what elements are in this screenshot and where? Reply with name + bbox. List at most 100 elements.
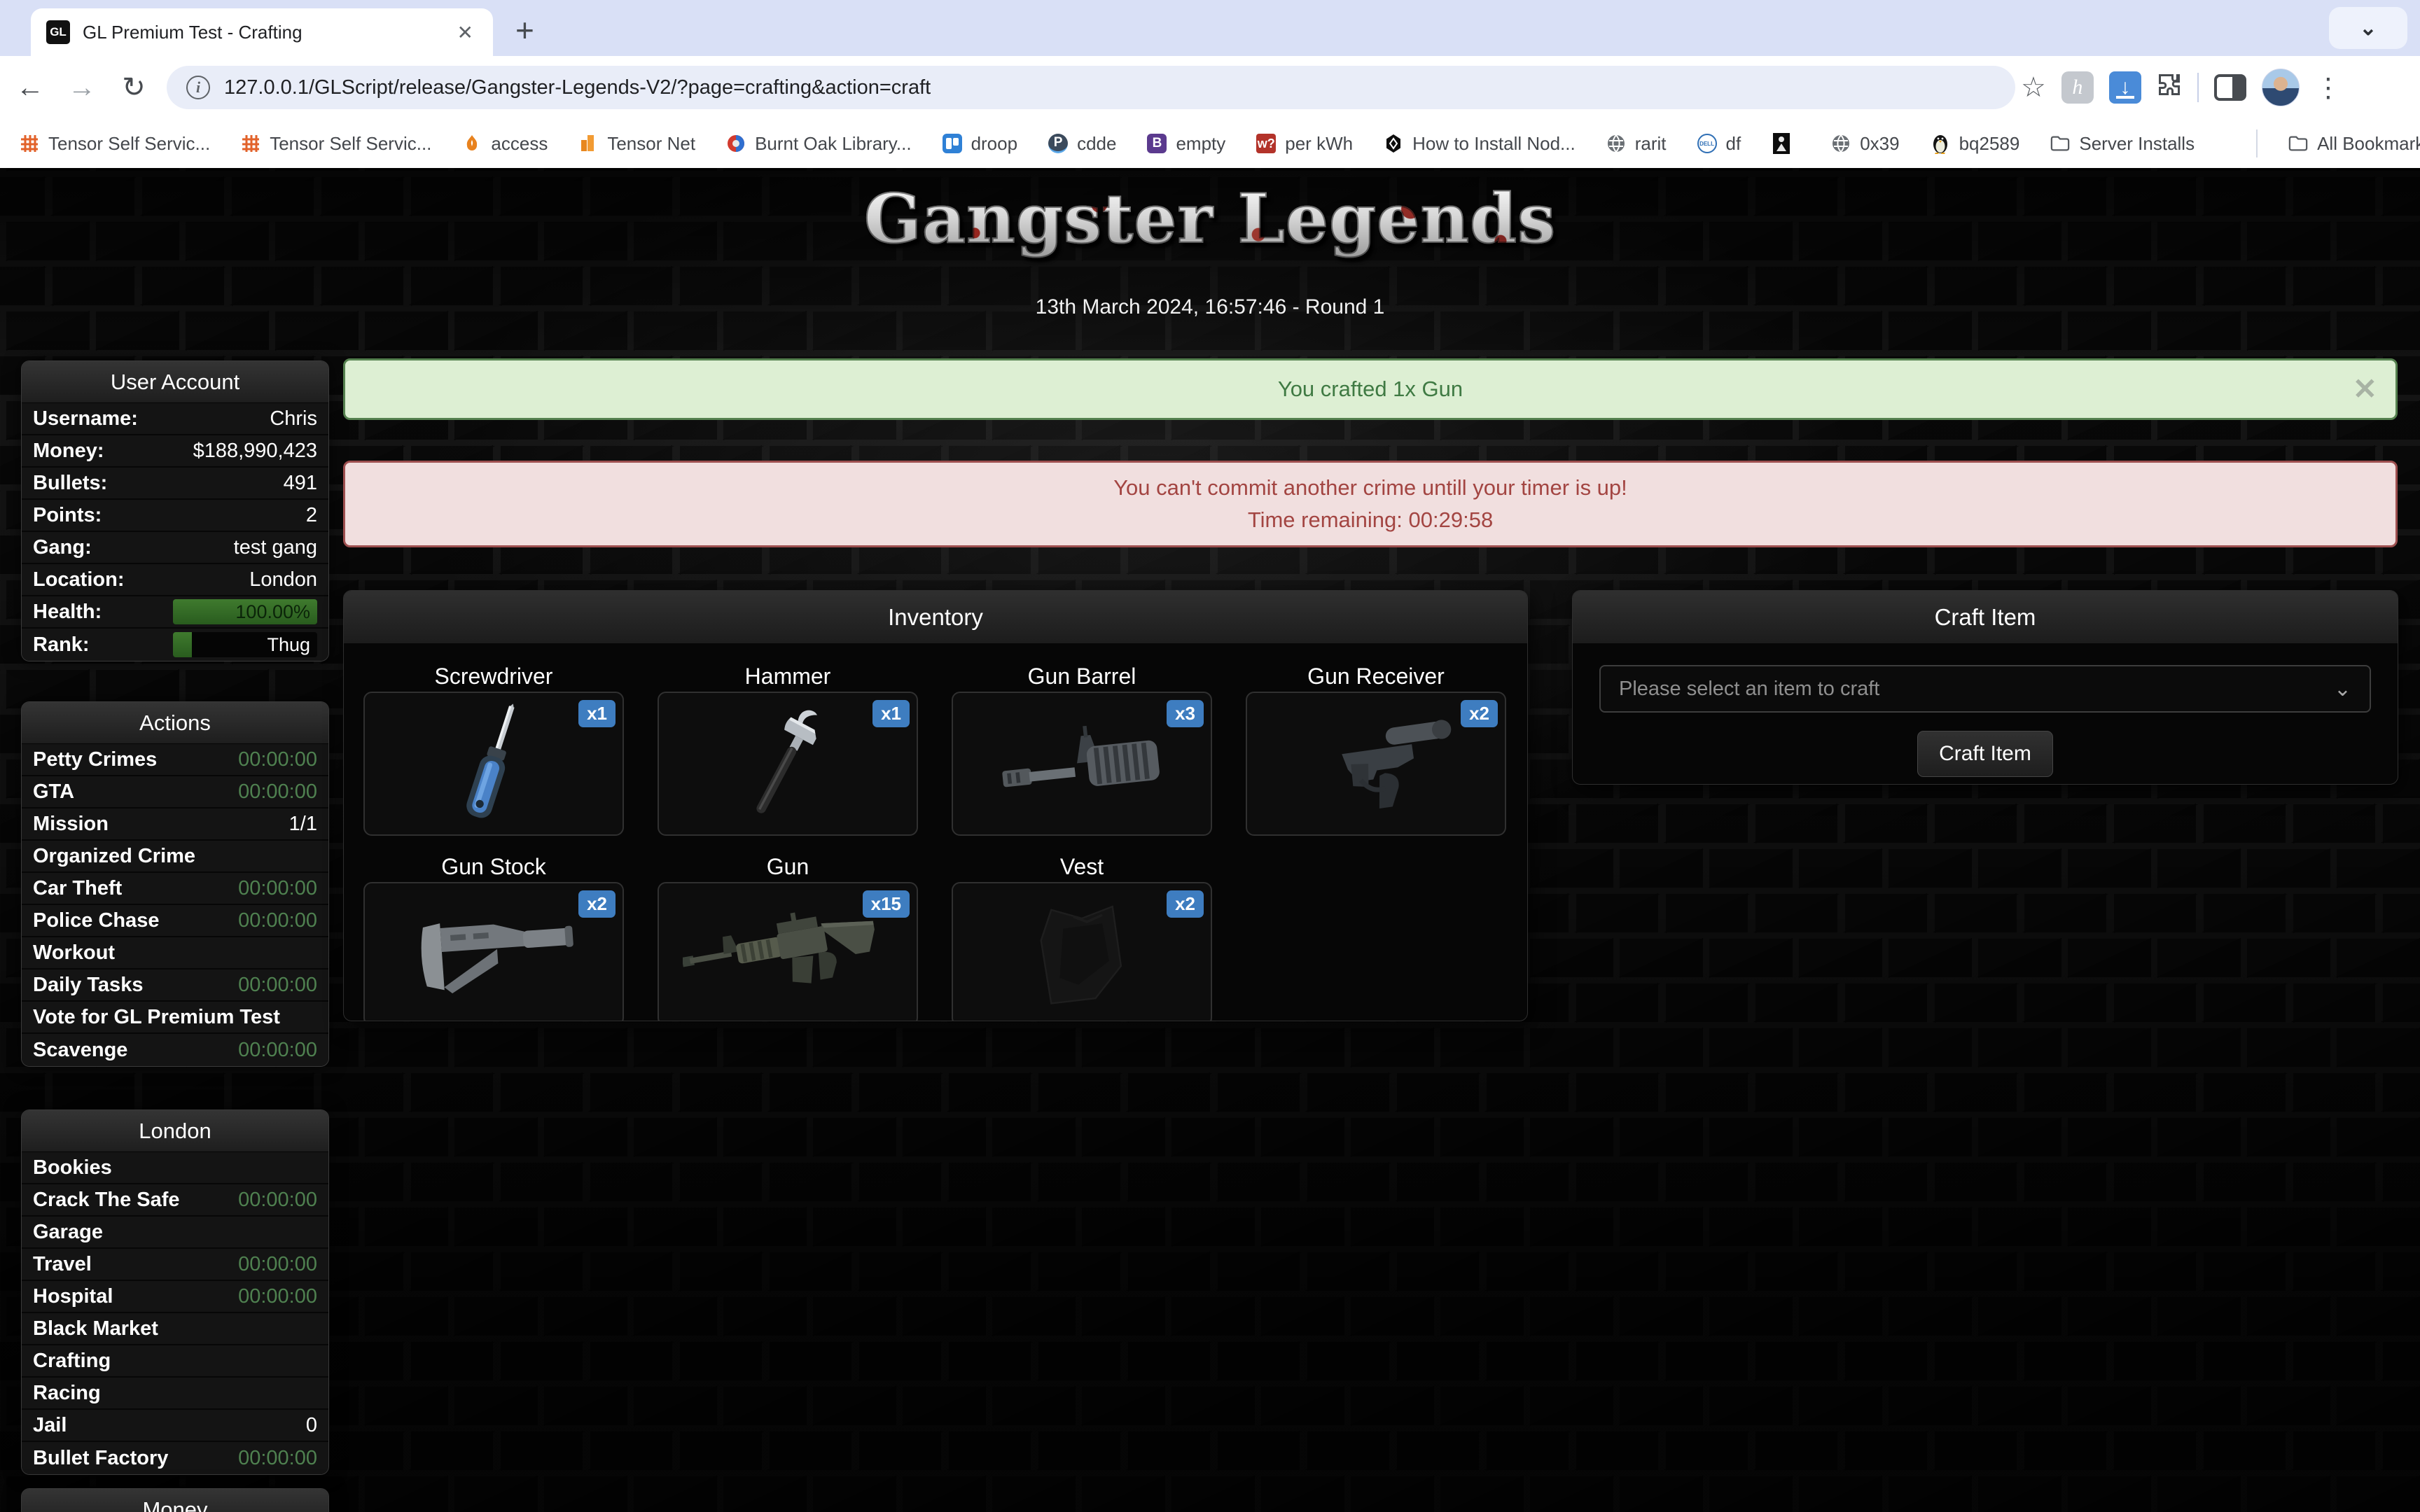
error-alert-line1: You can't commit another crime untill yo… bbox=[1113, 472, 1627, 504]
tab-title: GL Premium Test - Crafting bbox=[83, 22, 440, 43]
bookmark-df[interactable]: DELL df bbox=[1697, 133, 1741, 155]
row-label: Petty Crimes bbox=[33, 748, 157, 771]
all-bookmarks-label: All Bookmarks bbox=[2317, 133, 2420, 155]
item-box[interactable]: x2 bbox=[952, 882, 1212, 1021]
london-panel: London Bookies Crack The Safe 00:00:00 G… bbox=[21, 1110, 329, 1475]
sidebar-item-travel[interactable]: Travel 00:00:00 bbox=[22, 1249, 328, 1281]
sidebar-item-gta[interactable]: GTA 00:00:00 bbox=[22, 776, 328, 808]
back-icon[interactable]: ← bbox=[8, 66, 52, 109]
item-box[interactable]: x3 bbox=[952, 692, 1212, 836]
bookmark-per-kwh[interactable]: w? per kWh bbox=[1256, 133, 1353, 155]
bookmark-bq2589[interactable]: bq2589 bbox=[1931, 133, 2020, 155]
sidebar-item-bookies[interactable]: Bookies bbox=[22, 1152, 328, 1184]
w-square-icon: w? bbox=[1256, 134, 1276, 153]
money-panel: Money bbox=[21, 1488, 329, 1512]
item-box[interactable]: x1 bbox=[658, 692, 918, 836]
logo-wrap: Gangster Legends bbox=[0, 179, 2420, 258]
sidebar-item-black-market[interactable]: Black Market bbox=[22, 1313, 328, 1345]
row-value: London bbox=[249, 568, 317, 592]
close-icon[interactable]: ✕ bbox=[2353, 374, 2377, 404]
item-name: Screwdriver bbox=[435, 661, 553, 692]
inventory-item-screwdriver: Screwdriver x1 bbox=[363, 661, 624, 836]
row-value: 1/1 bbox=[289, 813, 317, 836]
sidebar-item-garage[interactable]: Garage bbox=[22, 1217, 328, 1249]
gun-stock-image bbox=[406, 902, 581, 1007]
sidebar-item-daily-tasks[interactable]: Daily Tasks 00:00:00 bbox=[22, 969, 328, 1002]
sidebar-item-petty-crimes[interactable]: Petty Crimes 00:00:00 bbox=[22, 744, 328, 776]
site-info-icon[interactable]: i bbox=[186, 76, 210, 99]
bookmark-tensor-self-service-1[interactable]: Tensor Self Servic... bbox=[20, 133, 210, 155]
row-value: Chris bbox=[270, 407, 317, 430]
craft-item-select[interactable]: Please select an item to craft ⌄ bbox=[1599, 665, 2371, 713]
row-label: Money: bbox=[33, 440, 104, 463]
row-label: GTA bbox=[33, 780, 74, 804]
row-timer: 00:00:00 bbox=[238, 877, 317, 900]
address-bar[interactable]: i 127.0.0.1/GLScript/release/Gangster-Le… bbox=[167, 66, 2015, 109]
bookmark-icon-only[interactable] bbox=[1772, 134, 1800, 153]
screwdriver-image bbox=[441, 701, 546, 827]
bookmark-empty[interactable]: B empty bbox=[1147, 133, 1225, 155]
user-row-rank: Rank: Thug bbox=[22, 629, 328, 661]
row-label: Organized Crime bbox=[33, 845, 195, 868]
item-box[interactable]: x2 bbox=[363, 882, 624, 1021]
bookmark-how-to-install-node[interactable]: How to Install Nod... bbox=[1384, 133, 1576, 155]
craft-panel: Craft Item Please select an item to craf… bbox=[1572, 590, 2398, 785]
rank-bar: Thug bbox=[173, 632, 317, 657]
all-bookmarks-button[interactable]: All Bookmarks bbox=[2288, 133, 2420, 155]
sidebar-item-organized-crime[interactable]: Organized Crime bbox=[22, 841, 328, 873]
sidebar-item-workout[interactable]: Workout bbox=[22, 937, 328, 969]
tab-search-chevron-icon[interactable]: ⌄ bbox=[2329, 7, 2407, 49]
row-value: test gang bbox=[234, 536, 317, 559]
bookmark-0x39[interactable]: 0x39 bbox=[1831, 133, 1899, 155]
extension-h-icon[interactable]: h bbox=[2061, 71, 2094, 104]
sidebar-item-mission[interactable]: Mission 1/1 bbox=[22, 808, 328, 841]
bookmark-rarit[interactable]: rarit bbox=[1606, 133, 1667, 155]
item-box[interactable]: x2 bbox=[1246, 692, 1506, 836]
browser-menu-icon[interactable]: ⋮ bbox=[2315, 72, 2342, 104]
reload-icon[interactable]: ↻ bbox=[112, 66, 155, 109]
bookmark-label: How to Install Nod... bbox=[1412, 133, 1576, 155]
sidebar-item-car-theft[interactable]: Car Theft 00:00:00 bbox=[22, 873, 328, 905]
orange-bars-icon bbox=[578, 134, 598, 153]
bookmark-droop[interactable]: droop bbox=[943, 133, 1018, 155]
bookmark-tensor-self-service-2[interactable]: Tensor Self Servic... bbox=[241, 133, 431, 155]
bookmark-folder-server-installs[interactable]: Server Installs bbox=[2050, 133, 2195, 155]
new-tab-button[interactable]: + bbox=[515, 13, 534, 48]
sidebar-item-crack-the-safe[interactable]: Crack The Safe 00:00:00 bbox=[22, 1184, 328, 1217]
toolbar-separator bbox=[2197, 73, 2199, 102]
bookmark-access[interactable]: access bbox=[462, 133, 548, 155]
bookmark-star-icon[interactable]: ☆ bbox=[2021, 71, 2046, 104]
profile-avatar[interactable] bbox=[2262, 69, 2300, 106]
sidebar-item-scavenge[interactable]: Scavenge 00:00:00 bbox=[22, 1034, 328, 1066]
side-panel-icon[interactable] bbox=[2214, 74, 2246, 101]
forward-icon[interactable]: → bbox=[60, 66, 104, 109]
b-square-icon: B bbox=[1147, 134, 1167, 153]
sidebar-item-crafting[interactable]: Crafting bbox=[22, 1345, 328, 1378]
bookmark-tensor-net[interactable]: Tensor Net bbox=[578, 133, 695, 155]
sidebar-item-hospital[interactable]: Hospital 00:00:00 bbox=[22, 1281, 328, 1313]
toolbar-right: ☆ h ↓ ⋮ bbox=[2021, 69, 2354, 106]
tab-gl-premium-test[interactable]: GL GL Premium Test - Crafting ✕ bbox=[31, 8, 493, 56]
item-box[interactable]: x1 bbox=[363, 692, 624, 836]
inventory-item-hammer: Hammer x1 bbox=[658, 661, 918, 836]
user-account-panel: User Account Username: Chris Money: $188… bbox=[21, 360, 329, 662]
sidebar-item-bullet-factory[interactable]: Bullet Factory 00:00:00 bbox=[22, 1442, 328, 1474]
sidebar-item-jail[interactable]: Jail 0 bbox=[22, 1410, 328, 1442]
bookmark-burnt-oak-library[interactable]: Burnt Oak Library... bbox=[726, 133, 912, 155]
sidebar-item-racing[interactable]: Racing bbox=[22, 1378, 328, 1410]
bookmark-cdde[interactable]: P cdde bbox=[1048, 133, 1116, 155]
craft-item-button[interactable]: Craft Item bbox=[1917, 731, 2053, 777]
browser-toolbar: ← → ↻ i 127.0.0.1/GLScript/release/Gangs… bbox=[0, 56, 2420, 119]
gun-barrel-image bbox=[994, 711, 1169, 816]
inventory-item-gun: Gun x15 bbox=[658, 851, 918, 1021]
url-text: 127.0.0.1/GLScript/release/Gangster-Lege… bbox=[224, 76, 931, 99]
sidebar-item-police-chase[interactable]: Police Chase 00:00:00 bbox=[22, 905, 328, 937]
extensions-puzzle-icon[interactable] bbox=[2157, 72, 2182, 104]
hexagon-icon bbox=[1384, 134, 1403, 153]
item-box[interactable]: x15 bbox=[658, 882, 918, 1021]
gangster-legends-logo: Gangster Legends bbox=[864, 179, 1556, 258]
sidebar-item-vote[interactable]: Vote for GL Premium Test bbox=[22, 1002, 328, 1034]
rank-value: Thug bbox=[267, 632, 310, 657]
download-extension-icon[interactable]: ↓ bbox=[2109, 71, 2141, 104]
tab-close-icon[interactable]: ✕ bbox=[453, 21, 478, 44]
